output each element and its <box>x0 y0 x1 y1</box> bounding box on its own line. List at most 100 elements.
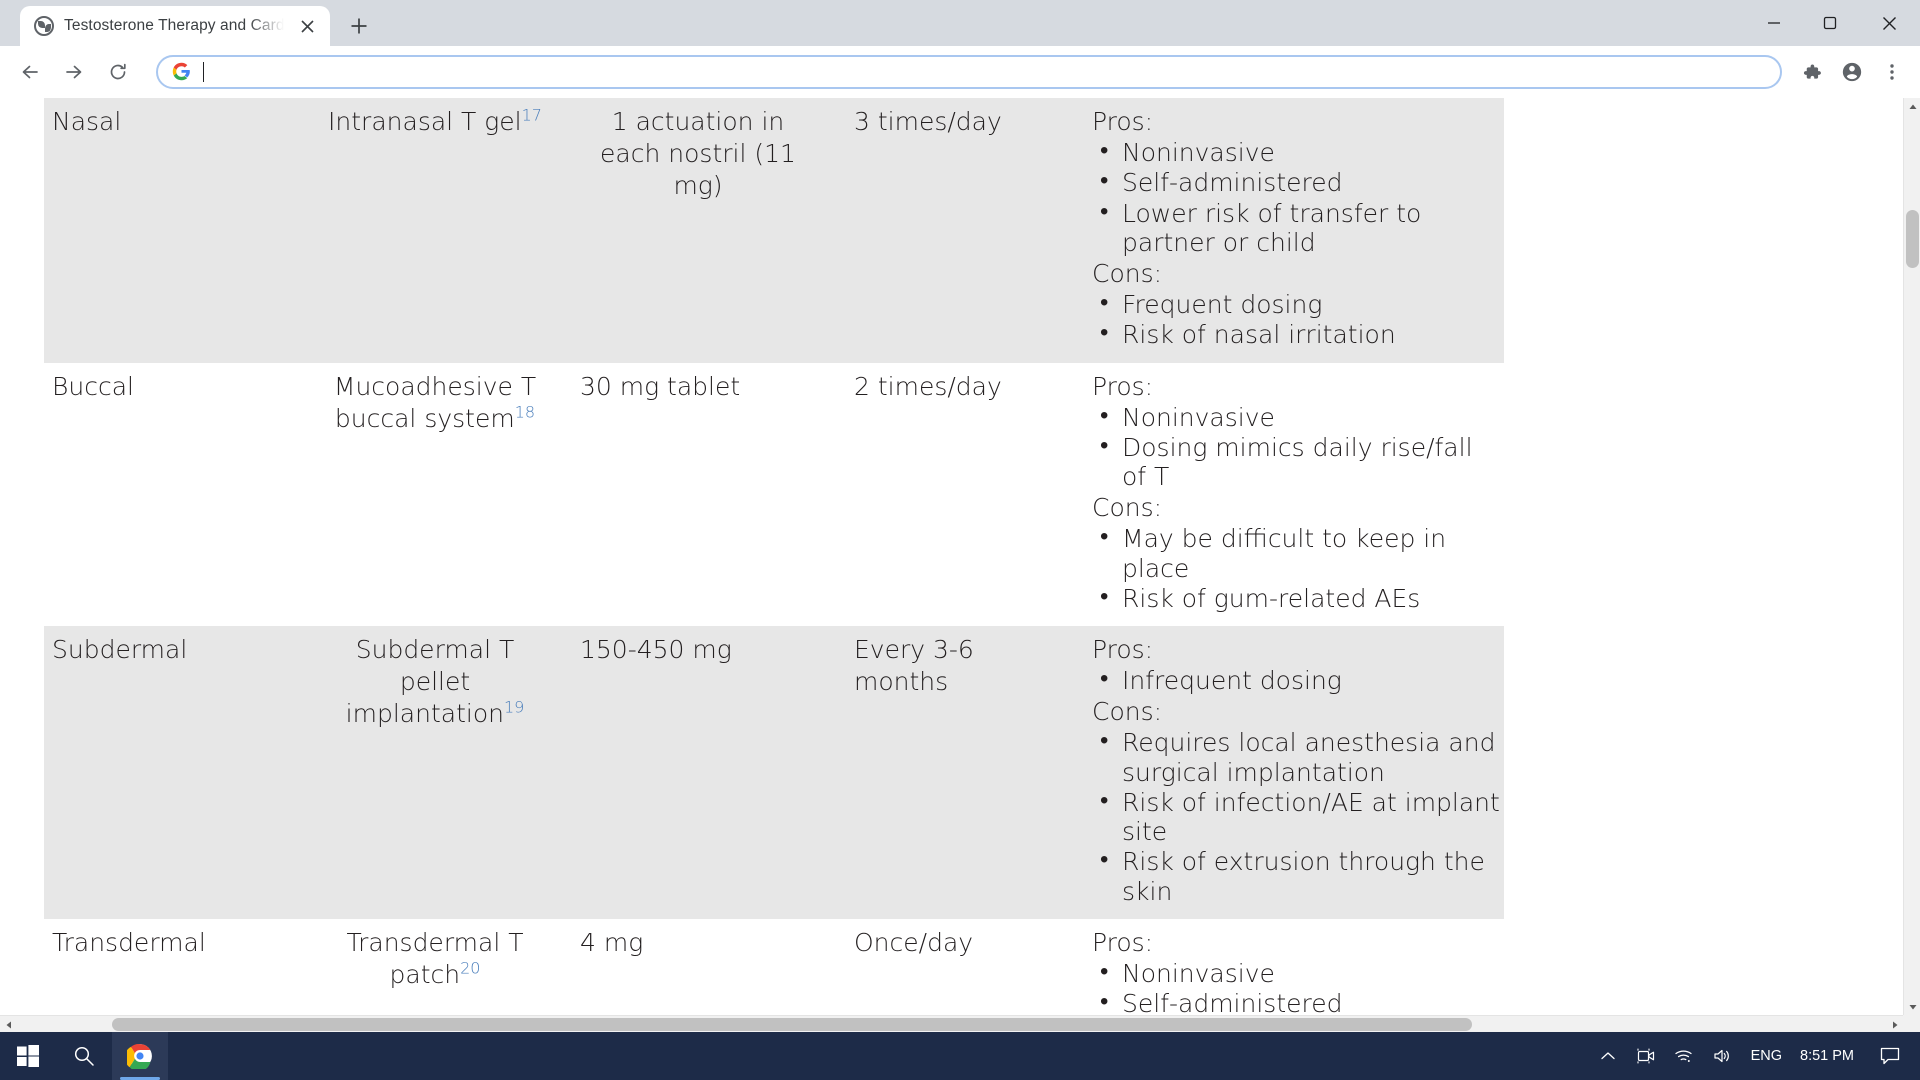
account-circle-icon[interactable] <box>1834 54 1870 90</box>
wifi-icon[interactable] <box>1665 1032 1703 1080</box>
list-item: Noninvasive <box>1094 400 1500 432</box>
list-item: May be difficult to keep in place <box>1094 522 1500 583</box>
cell-frequency: Once/day <box>854 927 974 957</box>
formulation-text: Subdermal T pellet implantation <box>345 635 515 728</box>
vertical-scrollbar[interactable] <box>1903 98 1920 1015</box>
cell-formulation: Mucoadhesive T buccal system18 <box>326 363 562 447</box>
puzzle-piece-icon[interactable] <box>1794 54 1830 90</box>
cons-label: Cons: <box>1092 259 1163 288</box>
horizontal-scroll-thumb[interactable] <box>112 1018 1472 1031</box>
notification-icon[interactable] <box>1868 1032 1912 1080</box>
maximize-button[interactable] <box>1802 0 1858 46</box>
tab-active[interactable]: Testosterone Therapy and Cardio <box>20 6 330 46</box>
cell-frequency: 3 times/day <box>854 107 1002 136</box>
formulation-text: Intranasal T gel <box>328 107 522 136</box>
cons-list: May be difficult to keep in place Risk o… <box>1094 522 1500 613</box>
cons-label: Cons: <box>1092 697 1163 727</box>
chrome-icon[interactable] <box>112 1032 168 1080</box>
chevron-up-icon[interactable] <box>1589 1032 1627 1080</box>
list-item: Risk of infection/AE at implant site <box>1094 786 1500 847</box>
list-item: Lower risk of transfer to partner or chi… <box>1094 197 1500 258</box>
browser-toolbar <box>0 46 1920 98</box>
clock[interactable]: 8:51 PM <box>1792 1032 1868 1080</box>
scrollbar-corner <box>1903 1015 1920 1032</box>
cons-list: Frequent dosing Risk of nasal irritation <box>1094 288 1500 350</box>
list-item: Risk of extrusion through the skin <box>1094 845 1500 906</box>
pros-list: Noninvasive Dosing mimics daily rise/fal… <box>1094 400 1500 492</box>
back-button[interactable] <box>10 52 50 92</box>
cell-formulation: Intranasal T gel17 <box>326 98 562 150</box>
vertical-scroll-thumb[interactable] <box>1906 210 1919 268</box>
speaker-icon[interactable] <box>1703 1032 1741 1080</box>
list-item: Noninvasive <box>1094 957 1500 988</box>
scroll-up-icon[interactable] <box>1904 98 1920 115</box>
list-item: Requires local anesthesia and surgical i… <box>1094 726 1500 787</box>
scroll-right-icon[interactable] <box>1886 1016 1903 1032</box>
cell-dose: 4 mg <box>580 927 644 957</box>
table-row: Subdermal Subdermal T pellet implantatio… <box>44 626 1504 919</box>
list-item: Risk of gum-related AEs <box>1094 582 1500 613</box>
list-item: Risk of nasal irritation <box>1094 318 1500 349</box>
cons-label: Cons: <box>1092 493 1163 523</box>
cell-frequency: 2 times/day <box>854 371 1002 401</box>
reference-marker[interactable]: 17 <box>522 106 542 125</box>
reference-marker[interactable]: 20 <box>460 958 480 977</box>
text-caret <box>203 61 204 82</box>
pros-label: Pros: <box>1092 107 1154 136</box>
cell-dose: 150-450 mg <box>580 635 732 664</box>
cell-route: Subdermal <box>52 635 188 664</box>
reference-marker[interactable]: 18 <box>515 402 535 421</box>
list-item: Self-administered <box>1094 166 1500 197</box>
pros-label: Pros: <box>1092 927 1154 957</box>
windows-taskbar: ENG 8:51 PM <box>0 1032 1920 1080</box>
reload-button[interactable] <box>98 52 138 92</box>
new-tab-button[interactable] <box>342 9 376 43</box>
forward-button[interactable] <box>54 52 94 92</box>
list-item: Self-administered <box>1094 987 1500 1015</box>
pros-label: Pros: <box>1092 635 1154 664</box>
taskbar-left <box>0 1032 168 1080</box>
cell-route: Nasal <box>52 107 122 136</box>
minimize-button[interactable] <box>1746 0 1802 46</box>
page-viewport: Nasal Intranasal T gel17 1 actuation in … <box>0 98 1920 1032</box>
globe-icon <box>34 16 54 36</box>
therapy-comparison-table-wrapper: Nasal Intranasal T gel17 1 actuation in … <box>44 98 1504 1015</box>
browser-window: Testosterone Therapy and Cardio Nasal In… <box>0 0 1920 1032</box>
menu-icon[interactable] <box>1874 54 1910 90</box>
cell-pros-cons: Pros: Noninvasive Dosing mimics daily ri… <box>1080 363 1504 627</box>
cell-pros-cons: Pros: Noninvasive Self-administered Lowe… <box>1080 98 1504 363</box>
pros-list: Noninvasive Self-administered Lower risk… <box>1094 136 1500 258</box>
cell-dose: 1 actuation in each nostril (11 mg) <box>600 107 796 200</box>
windows-logo-icon[interactable] <box>0 1032 56 1080</box>
camera-icon[interactable] <box>1627 1032 1665 1080</box>
horizontal-scrollbar[interactable] <box>0 1015 1903 1032</box>
cell-formulation: Transdermal T patch20 <box>326 919 562 1003</box>
formulation-text: Mucoadhesive T buccal system <box>333 371 537 433</box>
scroll-down-icon[interactable] <box>1904 998 1920 1015</box>
therapy-comparison-table: Nasal Intranasal T gel17 1 actuation in … <box>44 98 1504 1015</box>
close-window-button[interactable] <box>1858 0 1920 46</box>
scroll-left-icon[interactable] <box>0 1016 17 1032</box>
cell-dose: 30 mg tablet <box>580 371 741 401</box>
list-item: Noninvasive <box>1094 136 1500 167</box>
table-row: Nasal Intranasal T gel17 1 actuation in … <box>44 98 1504 363</box>
table-row: Buccal Mucoadhesive T buccal system18 30… <box>44 362 1504 627</box>
window-controls <box>1746 0 1920 46</box>
document-content: Nasal Intranasal T gel17 1 actuation in … <box>0 98 1903 1015</box>
list-item: Frequent dosing <box>1094 288 1500 319</box>
reference-marker[interactable]: 19 <box>504 698 524 717</box>
tab-strip: Testosterone Therapy and Cardio <box>0 0 1920 46</box>
formulation-text: Transdermal T patch <box>346 927 524 989</box>
pros-list: Noninvasive Self-administered <box>1094 957 1500 1015</box>
pros-list: Infrequent dosing <box>1094 664 1500 695</box>
cell-route: Transdermal <box>52 927 206 957</box>
tab-title: Testosterone Therapy and Cardio <box>64 17 284 34</box>
pros-label: Pros: <box>1092 371 1154 401</box>
cell-pros-cons: Pros: Infrequent dosing Cons: Requires l… <box>1080 626 1504 919</box>
cell-route: Buccal <box>52 371 134 401</box>
language-indicator[interactable]: ENG <box>1741 1032 1792 1080</box>
search-icon[interactable] <box>56 1032 112 1080</box>
table-row: Transdermal Transdermal T patch20 4 mg O… <box>44 918 1504 1015</box>
close-icon[interactable] <box>294 13 320 39</box>
address-bar[interactable] <box>156 54 1782 89</box>
